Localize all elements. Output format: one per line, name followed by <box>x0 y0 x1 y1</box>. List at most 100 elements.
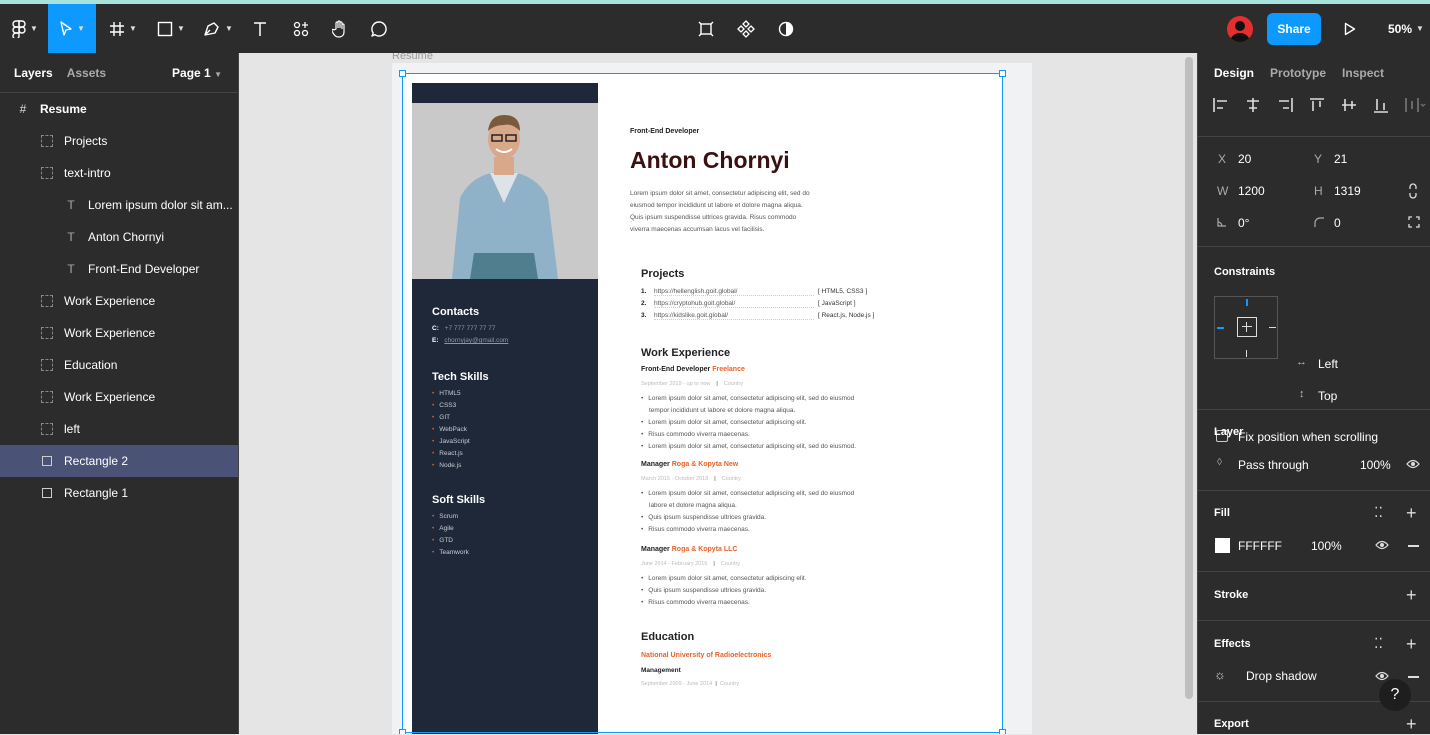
components-button[interactable] <box>733 4 759 53</box>
eye-icon[interactable] <box>1375 540 1389 550</box>
tab-prototype[interactable]: Prototype <box>1270 66 1326 80</box>
blend-mode-icon: ◊ <box>1217 457 1222 468</box>
layer-row[interactable]: text-intro <box>0 157 238 189</box>
hand-tool-button[interactable] <box>326 4 354 53</box>
x-input[interactable]: 20 <box>1238 152 1251 166</box>
tab-inspect[interactable]: Inspect <box>1342 66 1384 80</box>
rotation-icon <box>1217 218 1226 227</box>
layer-row[interactable]: Work Experience <box>0 285 238 317</box>
eye-icon[interactable] <box>1375 671 1389 681</box>
resize-handle-bottom-left[interactable] <box>399 729 406 734</box>
component-edit-button[interactable] <box>693 4 719 53</box>
tab-assets[interactable]: Assets <box>67 66 106 80</box>
shape-tool-button[interactable]: ▼ <box>152 4 190 53</box>
blend-mode-dropdown[interactable]: Pass through <box>1238 458 1309 472</box>
resize-handle-bottom-right[interactable] <box>999 729 1006 734</box>
height-input[interactable]: 1319 <box>1334 184 1361 198</box>
add-stroke-icon[interactable]: + <box>1406 585 1417 606</box>
constraint-top-active[interactable] <box>1246 299 1248 306</box>
remove-fill-icon[interactable] <box>1408 545 1419 547</box>
align-right-icon[interactable] <box>1276 97 1294 113</box>
layer-row[interactable]: T Front-End Developer <box>0 253 238 285</box>
effect-styles-icon[interactable]: ⁚⁚ <box>1374 635 1383 652</box>
help-button[interactable]: ? <box>1379 679 1411 711</box>
frame-tool-button[interactable]: ▼ <box>104 4 142 53</box>
h-label: H <box>1314 184 1323 198</box>
play-icon <box>1344 22 1356 35</box>
alignment-toolbar <box>1212 97 1426 113</box>
resize-handle-top-left[interactable] <box>399 70 406 77</box>
zoom-dropdown[interactable]: 50% ▼ <box>1388 4 1424 53</box>
chevron-down-icon: ▼ <box>129 24 137 33</box>
constrain-proportions-icon[interactable] <box>1408 183 1418 199</box>
contrast-button[interactable] <box>773 4 799 53</box>
canvas-scrollbar[interactable] <box>1185 57 1193 699</box>
align-left-icon[interactable] <box>1212 97 1230 113</box>
rectangle-layer-icon <box>40 486 54 500</box>
effect-settings-icon[interactable]: ☼ <box>1214 667 1226 682</box>
add-effect-icon[interactable]: + <box>1406 634 1417 655</box>
corner-radius-input[interactable]: 0 <box>1334 216 1341 230</box>
canvas[interactable]: Resume Contacts C: +7 777 777 77 77 E: c… <box>239 53 1183 734</box>
effect-type-dropdown[interactable]: Drop shadow <box>1246 669 1317 683</box>
resize-handle-top-right[interactable] <box>999 70 1006 77</box>
layer-row[interactable]: T Anton Chornyi <box>0 221 238 253</box>
remove-effect-icon[interactable] <box>1408 676 1419 678</box>
distribute-icon[interactable] <box>1404 97 1426 113</box>
text-tool-button[interactable] <box>248 4 272 53</box>
layer-name: Lorem ipsum dolor sit am... <box>88 198 233 212</box>
constraint-widget[interactable] <box>1214 296 1278 359</box>
tab-layers[interactable]: Layers <box>14 66 53 80</box>
vertical-constraint-dropdown[interactable]: Top <box>1318 389 1337 403</box>
comment-tool-button[interactable] <box>366 4 392 53</box>
independent-corners-icon[interactable] <box>1408 216 1420 228</box>
layer-name: Work Experience <box>64 390 156 404</box>
tab-design[interactable]: Design <box>1214 66 1254 80</box>
add-fill-icon[interactable]: + <box>1406 503 1417 524</box>
align-bottom-icon[interactable] <box>1372 97 1390 113</box>
horizontal-constraint-dropdown[interactable]: Left <box>1318 357 1338 371</box>
constraint-right[interactable] <box>1269 327 1276 328</box>
stroke-title: Stroke <box>1214 589 1249 601</box>
pen-tool-button[interactable]: ▼ <box>198 4 238 53</box>
layer-row[interactable]: Rectangle 2 <box>0 445 238 477</box>
rectangle-layer-icon <box>40 454 54 468</box>
layer-row[interactable]: T Lorem ipsum dolor sit am... <box>0 189 238 221</box>
fill-opacity-input[interactable]: 100% <box>1311 539 1342 553</box>
toolbar: ▼ ▼ ▼ ▼ ▼ Share 50% ▼ <box>0 4 1430 53</box>
layer-opacity-input[interactable]: 100% <box>1360 458 1391 472</box>
export-title: Export <box>1214 718 1249 730</box>
pen-icon <box>204 21 219 36</box>
constraint-bottom[interactable] <box>1246 350 1247 357</box>
layer-row[interactable]: Rectangle 1 <box>0 477 238 509</box>
layer-row[interactable]: Work Experience <box>0 317 238 349</box>
present-button[interactable] <box>1337 4 1363 53</box>
layer-row[interactable]: Work Experience <box>0 381 238 413</box>
y-input[interactable]: 21 <box>1334 152 1347 166</box>
resources-button[interactable] <box>288 4 314 53</box>
layer-row[interactable]: Projects <box>0 125 238 157</box>
fill-color-swatch[interactable] <box>1215 538 1230 553</box>
frame-label[interactable]: Resume <box>392 53 433 62</box>
constraint-center-box <box>1237 317 1257 337</box>
page-selector[interactable]: Page 1 ▼ <box>172 66 222 80</box>
fill-title: Fill <box>1214 507 1230 519</box>
main-menu-button[interactable]: ▼ <box>6 4 44 53</box>
design-panel: Design Prototype Inspect X 20 Y 21 W 120… <box>1197 53 1430 734</box>
align-vertical-center-icon[interactable] <box>1340 97 1358 113</box>
fill-hex-input[interactable]: FFFFFF <box>1238 539 1282 553</box>
eye-icon[interactable] <box>1406 459 1420 469</box>
add-export-icon[interactable]: + <box>1406 714 1417 735</box>
share-button[interactable]: Share <box>1267 13 1321 45</box>
width-input[interactable]: 1200 <box>1238 184 1265 198</box>
move-tool-button[interactable]: ▼ <box>48 4 96 53</box>
align-horizontal-center-icon[interactable] <box>1244 97 1262 113</box>
fill-styles-icon[interactable]: ⁚⁚ <box>1374 504 1383 521</box>
constraint-left-active[interactable] <box>1217 327 1224 329</box>
user-avatar[interactable] <box>1227 16 1253 42</box>
layer-row[interactable]: # Resume <box>0 93 238 125</box>
layer-row[interactable]: Education <box>0 349 238 381</box>
rotation-input[interactable]: 0° <box>1238 216 1249 230</box>
layer-row[interactable]: left <box>0 413 238 445</box>
align-top-icon[interactable] <box>1308 97 1326 113</box>
